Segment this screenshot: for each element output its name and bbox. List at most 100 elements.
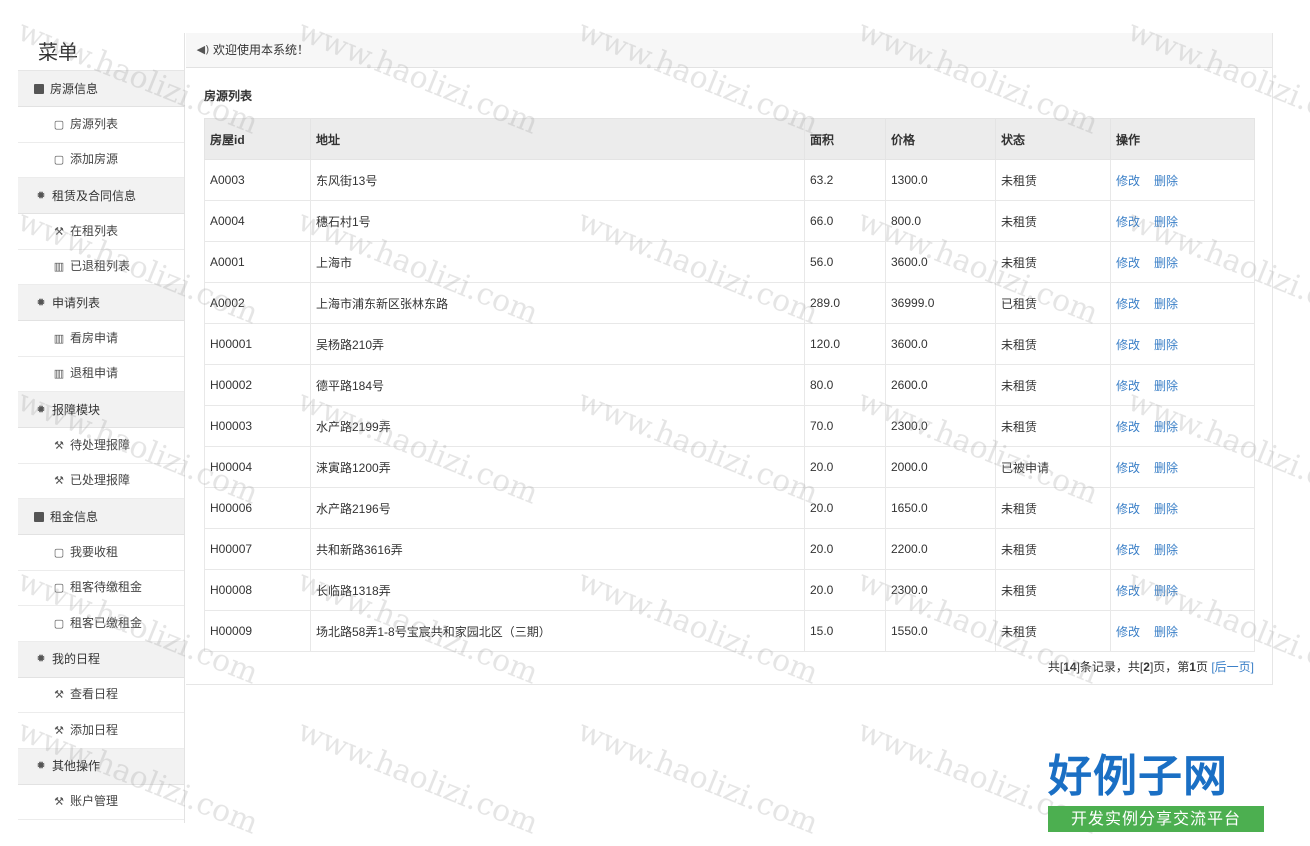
menu-item-1-0[interactable]: ⚒ 在租列表 bbox=[18, 214, 184, 250]
delete-link[interactable]: 删除 bbox=[1154, 379, 1178, 393]
delete-link[interactable]: 删除 bbox=[1154, 461, 1178, 475]
delete-link[interactable]: 删除 bbox=[1154, 584, 1178, 598]
delete-link[interactable]: 删除 bbox=[1154, 338, 1178, 352]
menu-item-3-1[interactable]: ⚒ 已处理报障 bbox=[18, 463, 184, 499]
wrench-icon: ⚒ bbox=[54, 474, 64, 488]
cell-address: 穗石村1号 bbox=[310, 200, 805, 242]
edit-link[interactable]: 修改 bbox=[1116, 420, 1140, 434]
cell-area: 63.2 bbox=[804, 159, 886, 201]
main-panel: ◀) 欢迎使用本系统！ 房源列表 房屋id 地址 面积 价格 状态 操作 A00… bbox=[186, 33, 1273, 685]
cell-address: 涞寅路1200弄 bbox=[310, 446, 805, 488]
menu-item-2-1[interactable]: ▥ 退租申请 bbox=[18, 356, 184, 392]
menu-group-1[interactable]: ✹ 租赁及合同信息 bbox=[18, 178, 184, 214]
delete-link[interactable]: 删除 bbox=[1154, 174, 1178, 188]
cell-area: 20.0 bbox=[804, 446, 886, 488]
table-row: H00009 场北路58弄1-8号宝宸共和家园北区（三期） 15.0 1550.0 未租… bbox=[204, 610, 1255, 652]
cell-actions: 修改 删除 bbox=[1110, 241, 1255, 283]
menu-group-0[interactable]: 房源信息 bbox=[18, 71, 184, 107]
menu-item-label: 账户管理 bbox=[70, 794, 119, 809]
cell-actions: 修改 删除 bbox=[1110, 200, 1255, 242]
menu-group-label: 我的日程 bbox=[52, 652, 101, 666]
cell-address: 场北路58弄1-8号宝宸共和家园北区（三期） bbox=[310, 610, 805, 652]
pager-total: 14 bbox=[1063, 660, 1077, 674]
gear-icon: ✹ bbox=[36, 652, 46, 665]
table-header-row: 房屋id 地址 面积 价格 状态 操作 bbox=[204, 118, 1255, 160]
edit-link[interactable]: 修改 bbox=[1116, 584, 1140, 598]
edit-link[interactable]: 修改 bbox=[1116, 338, 1140, 352]
cell-address: 上海市浦东新区张林东路 bbox=[310, 282, 805, 324]
edit-link[interactable]: 修改 bbox=[1116, 543, 1140, 557]
menu-group-label: 报障模块 bbox=[52, 402, 101, 417]
menu-item-2-0[interactable]: ▥ 看房申请 bbox=[18, 321, 184, 357]
cell-house-id: A0002 bbox=[204, 282, 311, 324]
cell-address: 吴杨路210弄 bbox=[310, 323, 805, 365]
col-address: 地址 bbox=[310, 118, 805, 160]
menu-item-6-0[interactable]: ⚒ 账户管理 bbox=[18, 784, 184, 820]
edit-link[interactable]: 修改 bbox=[1116, 379, 1140, 393]
table-row: A0004 穗石村1号 66.0 800.0 未租赁 修改 删除 bbox=[204, 200, 1255, 242]
cell-status: 未租赁 bbox=[995, 569, 1111, 611]
pager-mid2: ]页，第 bbox=[1149, 660, 1190, 674]
menu-groups: 房源信息 ▢ 房源列表 ▢ 添加房源 ✹ 租赁及合同信息 ⚒ 在租列表 ▥ 已退租列表 ✹ 申请列表 ▥ 看… bbox=[18, 71, 184, 820]
cell-status: 未租赁 bbox=[995, 159, 1111, 201]
edit-link[interactable]: 修改 bbox=[1116, 215, 1140, 229]
cell-area: 20.0 bbox=[804, 528, 886, 570]
next-page-link[interactable]: [后一页] bbox=[1211, 660, 1254, 674]
menu-item-0-0[interactable]: ▢ 房源列表 bbox=[18, 107, 184, 143]
menu-item-4-0[interactable]: ▢ 我要收租 bbox=[18, 535, 184, 571]
edit-link[interactable]: 修改 bbox=[1116, 297, 1140, 311]
delete-link[interactable]: 删除 bbox=[1154, 256, 1178, 270]
menu-item-4-2[interactable]: ▢ 租客已缴租金 bbox=[18, 606, 184, 642]
file-icon: ▢ bbox=[53, 117, 65, 131]
menu-group-6[interactable]: ✹ 其他操作 bbox=[18, 748, 184, 785]
edit-link[interactable]: 修改 bbox=[1116, 502, 1140, 516]
cell-status: 已租赁 bbox=[995, 282, 1111, 324]
menu-item-0-1[interactable]: ▢ 添加房源 bbox=[18, 142, 184, 178]
gear-icon: ✹ bbox=[36, 759, 46, 772]
menu-item-1-1[interactable]: ▥ 已退租列表 bbox=[18, 249, 184, 285]
menu-group-2[interactable]: ✹ 申请列表 bbox=[18, 285, 184, 321]
menu-group-label: 其他操作 bbox=[52, 759, 101, 773]
menu-item-label: 房源列表 bbox=[70, 116, 119, 131]
table-row: H00006 水产路2196号 20.0 1650.0 未租赁 修改 删除 bbox=[204, 487, 1255, 529]
cell-price: 2600.0 bbox=[885, 364, 996, 406]
edit-link[interactable]: 修改 bbox=[1116, 174, 1140, 188]
cell-price: 3600.0 bbox=[885, 241, 996, 283]
trash-icon: ▥ bbox=[53, 260, 65, 274]
cell-status: 未租赁 bbox=[995, 487, 1111, 529]
edit-link[interactable]: 修改 bbox=[1116, 461, 1140, 475]
delete-link[interactable]: 删除 bbox=[1154, 215, 1178, 229]
cell-actions: 修改 删除 bbox=[1110, 446, 1255, 488]
menu-group-3[interactable]: ✹ 报障模块 bbox=[18, 392, 184, 428]
cell-price: 2300.0 bbox=[885, 405, 996, 447]
col-status: 状态 bbox=[995, 118, 1111, 160]
menu-group-5[interactable]: ✹ 我的日程 bbox=[18, 641, 184, 678]
menu-item-5-0[interactable]: ⚒ 查看日程 bbox=[18, 677, 184, 713]
file-icon: ▢ bbox=[53, 153, 65, 167]
delete-link[interactable]: 删除 bbox=[1154, 297, 1178, 311]
edit-link[interactable]: 修改 bbox=[1116, 625, 1140, 639]
delete-link[interactable]: 删除 bbox=[1154, 625, 1178, 639]
cell-actions: 修改 删除 bbox=[1110, 323, 1255, 365]
pager-current: 1 bbox=[1189, 660, 1196, 674]
edit-link[interactable]: 修改 bbox=[1116, 256, 1140, 270]
menu-item-5-1[interactable]: ⚒ 添加日程 bbox=[18, 713, 184, 749]
cell-actions: 修改 删除 bbox=[1110, 528, 1255, 570]
menu-item-label: 查看日程 bbox=[70, 687, 119, 702]
brand-name: 好例子网 bbox=[1048, 751, 1228, 802]
menu-group-4[interactable]: 租金信息 bbox=[18, 499, 184, 535]
pager-prefix: 共[ bbox=[1047, 660, 1064, 674]
sidebar-menu: 菜单 房源信息 ▢ 房源列表 ▢ 添加房源 ✹ 租赁及合同信息 ⚒ 在租列表 ▥ 已退租列表 ✹ 申请列… bbox=[18, 33, 185, 823]
delete-link[interactable]: 删除 bbox=[1154, 502, 1178, 516]
col-price: 价格 bbox=[885, 118, 996, 160]
delete-link[interactable]: 删除 bbox=[1154, 420, 1178, 434]
delete-link[interactable]: 删除 bbox=[1154, 543, 1178, 557]
wrench-icon: ⚒ bbox=[54, 688, 64, 702]
file-icon: ▢ bbox=[53, 545, 65, 559]
trash-icon: ▥ bbox=[53, 331, 65, 345]
menu-item-3-0[interactable]: ⚒ 待处理报障 bbox=[18, 428, 184, 464]
table-row: H00002 德平路184号 80.0 2600.0 未租赁 修改 删除 bbox=[204, 364, 1255, 406]
cell-area: 15.0 bbox=[804, 610, 886, 652]
menu-item-4-1[interactable]: ▢ 租客待缴租金 bbox=[18, 570, 184, 606]
house-info-icon bbox=[34, 83, 44, 94]
